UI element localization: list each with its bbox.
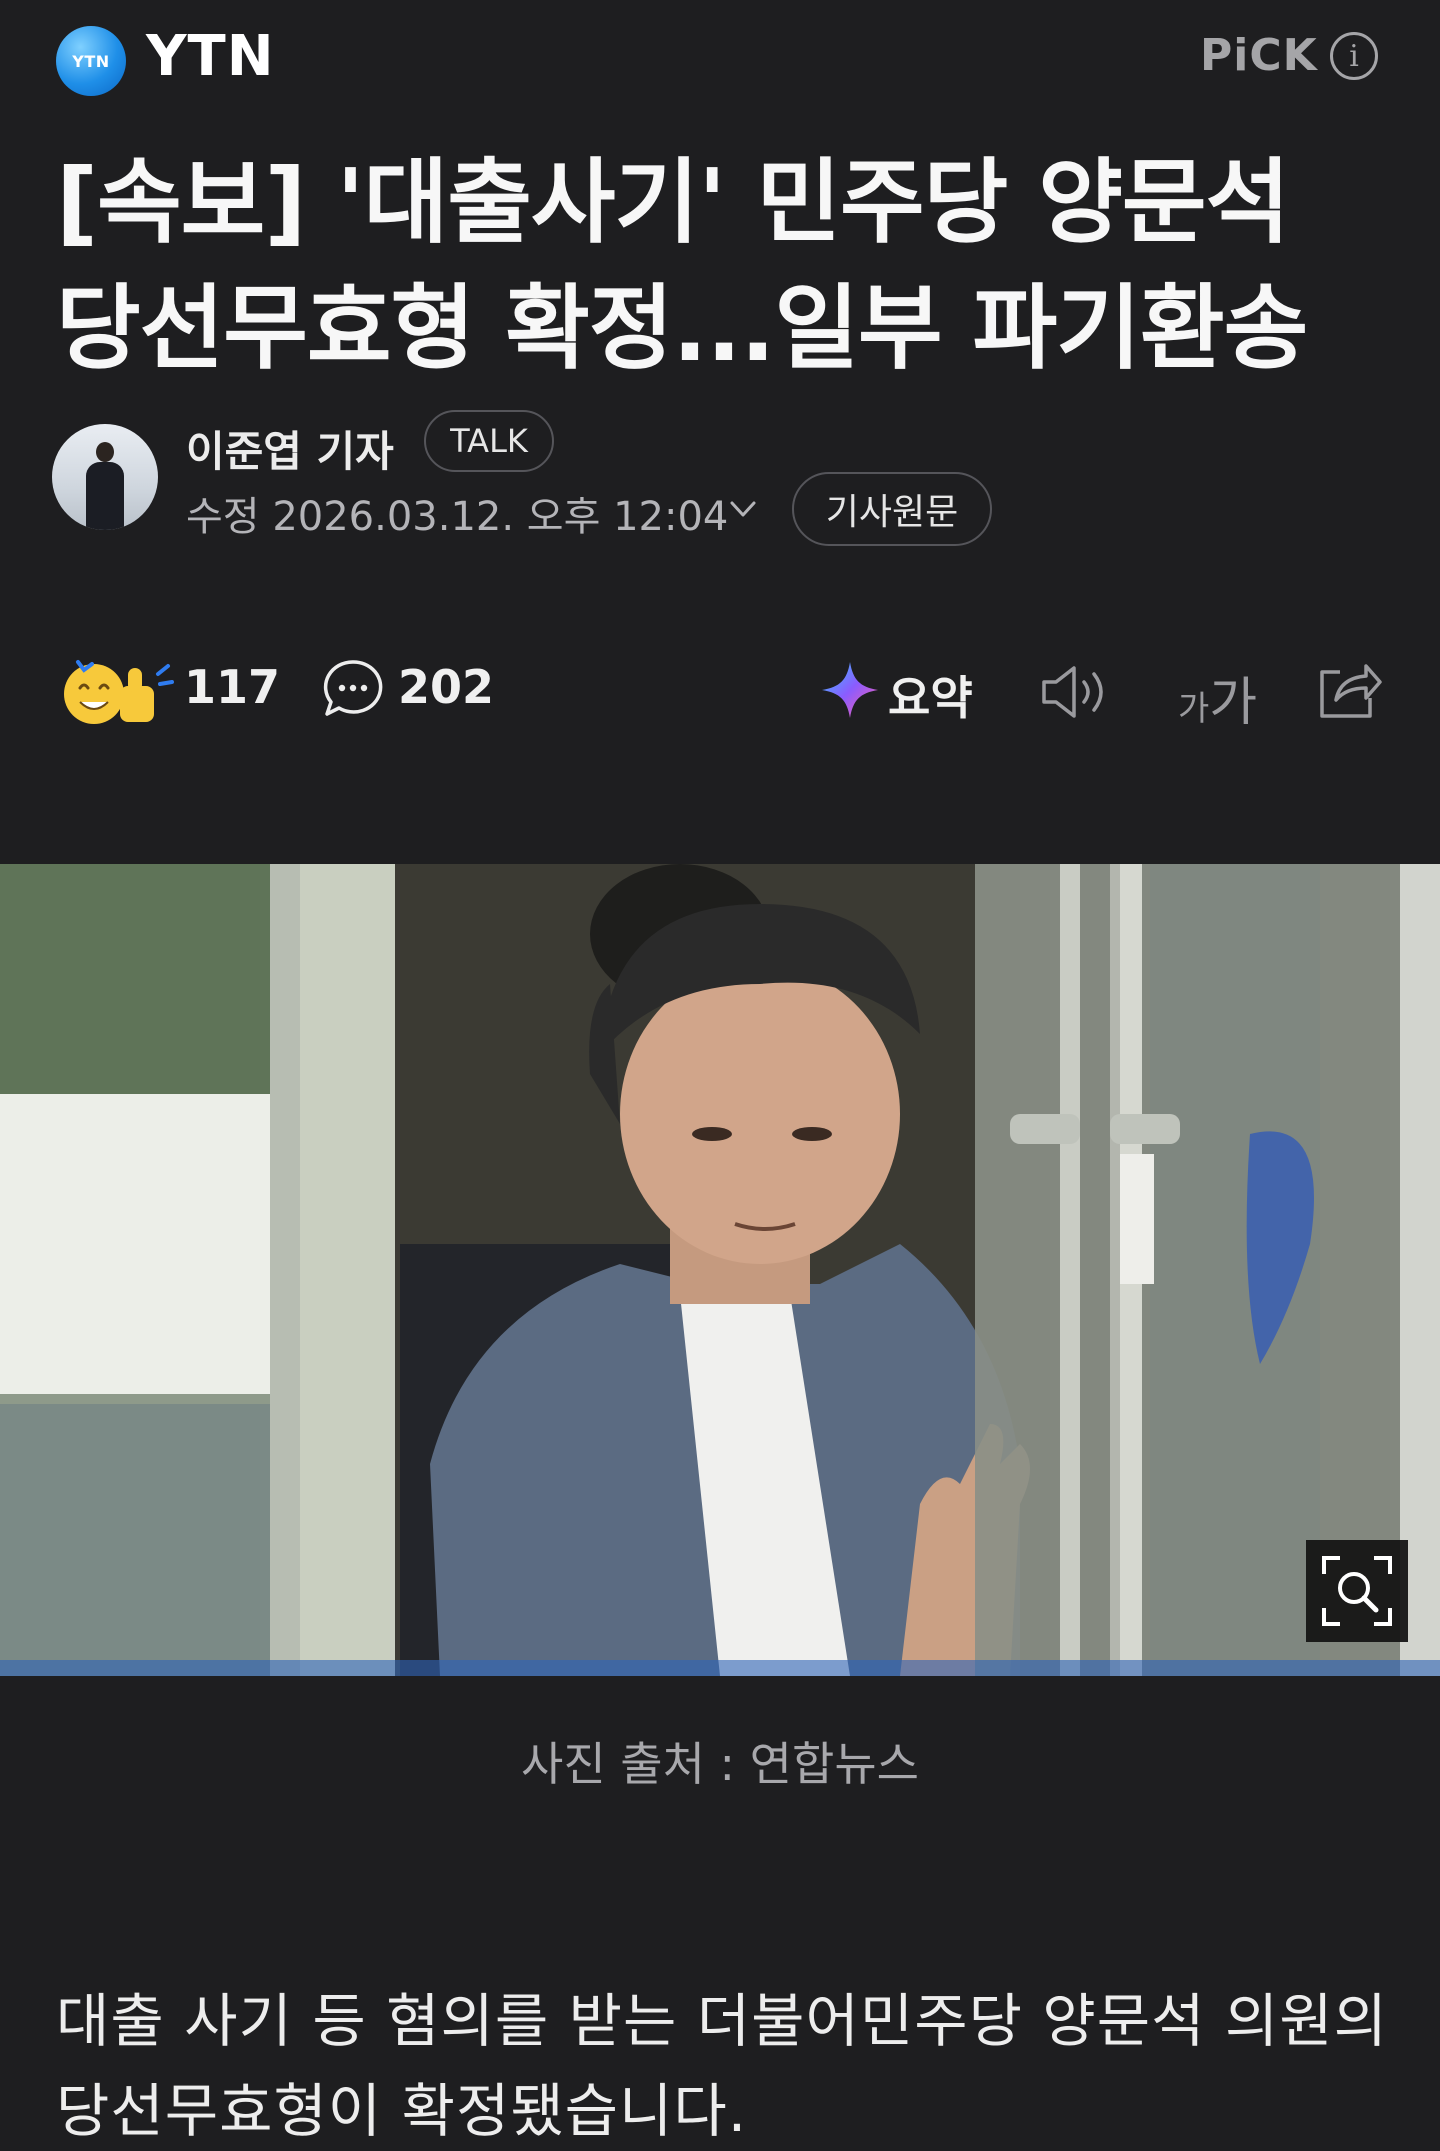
photo-caption: 사진 출처 : 연합뉴스 — [521, 1737, 919, 1791]
reporter-name[interactable]: 이준엽 기자 — [186, 418, 394, 479]
reaction-count: 117 — [184, 660, 281, 714]
article-headline: [속보] '대출사기' 민주당 양문석 당선무효형 확정...일부 파기환송 — [56, 149, 1308, 382]
font-size-large-label: 가 — [1209, 673, 1258, 733]
article-page: YTN YTN PiCK i [속보] '대출사기' 민주당 양문석 당선무효형… — [0, 0, 1440, 2151]
info-icon[interactable]: i — [1330, 32, 1378, 80]
speaker-icon[interactable] — [1040, 664, 1110, 720]
chevron-down-icon[interactable] — [728, 494, 758, 524]
share-icon[interactable] — [1314, 658, 1382, 722]
sparkle-icon[interactable] — [820, 660, 880, 720]
zoom-icon[interactable] — [1306, 1540, 1408, 1642]
font-size-small-label: 가 — [1178, 689, 1210, 729]
talk-button[interactable]: TALK — [424, 410, 554, 472]
summary-button-label[interactable]: 요약 — [888, 662, 973, 728]
top-bar: YTN YTN PiCK i — [0, 0, 1440, 130]
speech-bubble-icon[interactable] — [322, 658, 384, 720]
reporter-avatar[interactable] — [52, 424, 158, 530]
press-logo[interactable]: YTN — [56, 26, 126, 96]
comment-count: 202 — [398, 660, 495, 714]
article-photo[interactable] — [0, 864, 1440, 1676]
press-logo-text: YTN — [72, 51, 110, 71]
font-size-icon[interactable]: 가가 — [1178, 660, 1257, 735]
press-name[interactable]: YTN — [146, 24, 275, 89]
original-article-button[interactable]: 기사원문 — [792, 472, 992, 546]
smile-thumbs-up-icon[interactable] — [60, 656, 174, 728]
article-body: 대출 사기 등 혐의를 받는 더불어민주당 양문석 의원의 당선무효형이 확정됐… — [56, 1987, 1388, 2145]
pick-label: PiCK — [1200, 30, 1318, 81]
modified-date: 수정 2026.03.12. 오후 12:04 — [186, 494, 729, 540]
